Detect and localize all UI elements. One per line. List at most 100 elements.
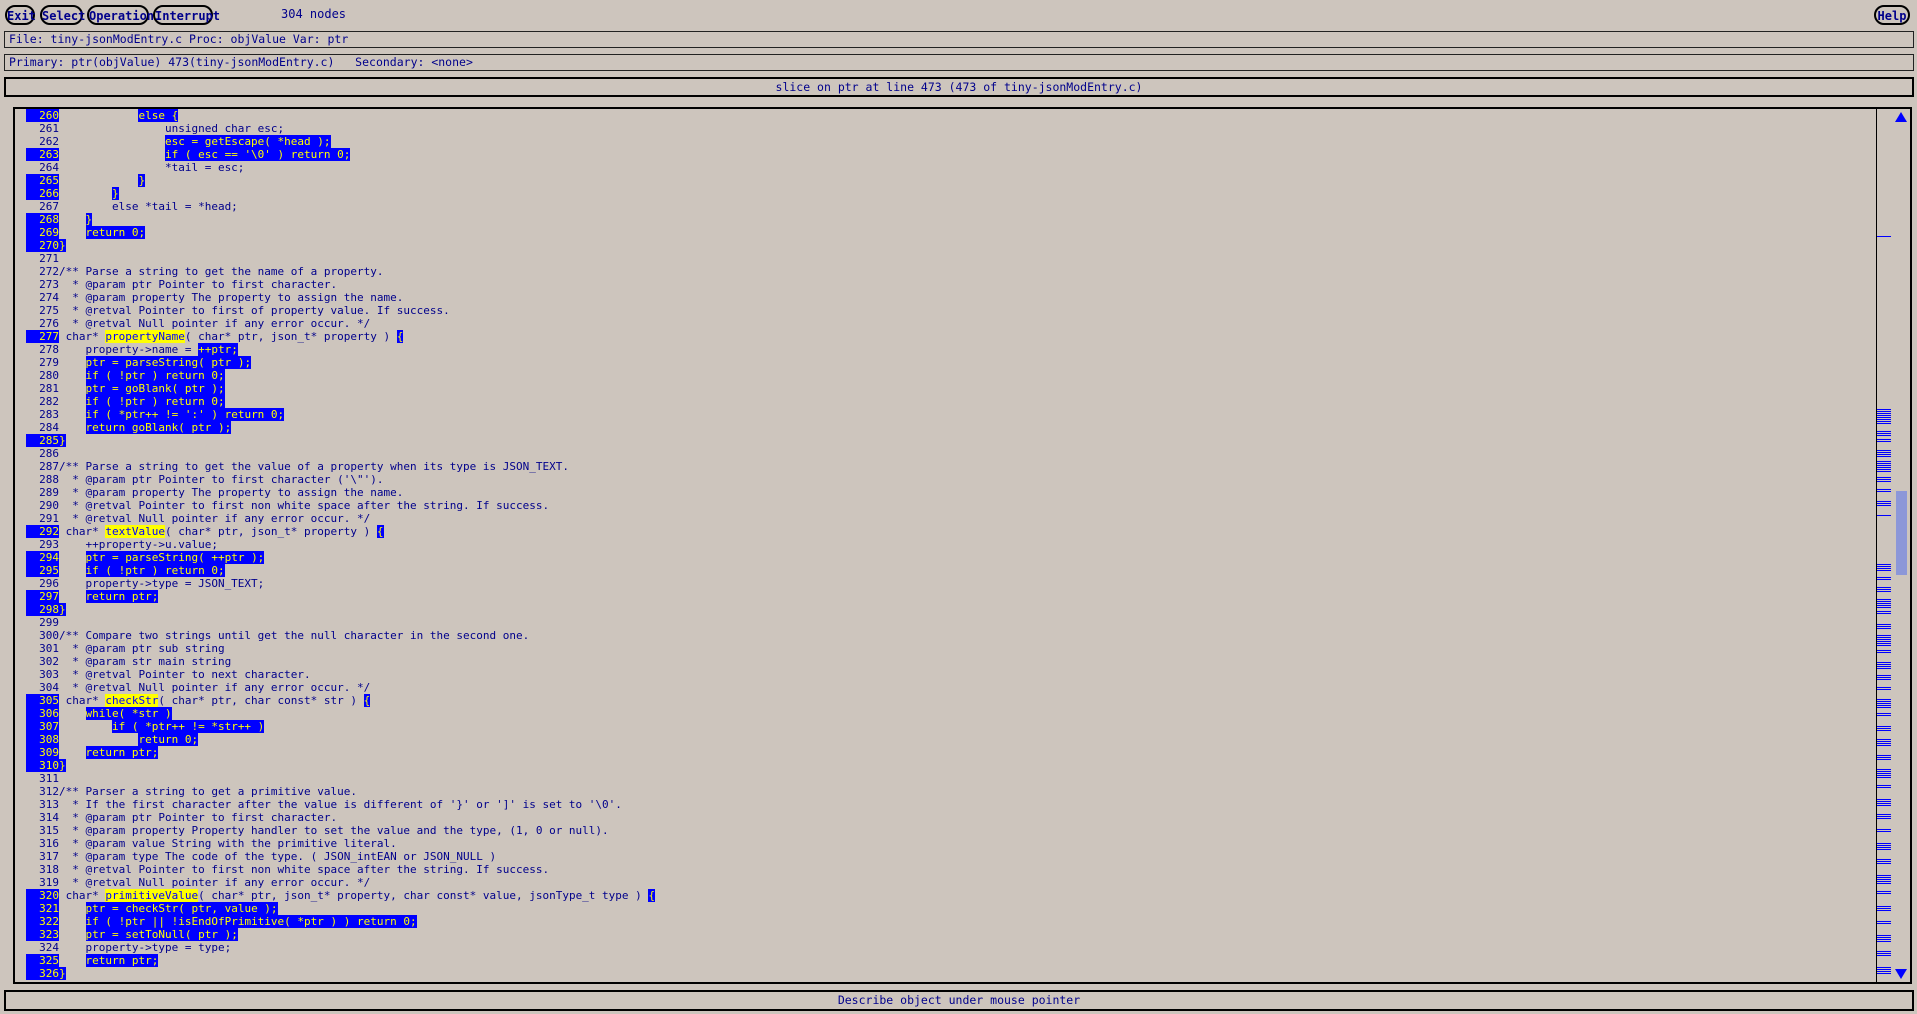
code-line[interactable]: 286: [26, 447, 1883, 460]
primary-info-bar: Primary: ptr(objValue) 473(tiny-jsonModE…: [4, 54, 1914, 71]
scroll-thumb[interactable]: [1896, 491, 1907, 575]
vertical-scrollbar[interactable]: [1893, 109, 1910, 982]
code-line[interactable]: 283 if ( *ptr++ != ':' ) return 0;: [26, 408, 1883, 421]
code-line[interactable]: 287/** Parse a string to get the value o…: [26, 460, 1883, 473]
code-line[interactable]: 307 if ( *ptr++ != *str++ ): [26, 720, 1883, 733]
code-line[interactable]: 294 ptr = parseString( ++ptr );: [26, 551, 1883, 564]
code-line[interactable]: 265 }: [26, 174, 1883, 187]
code-line[interactable]: 293 ++property->u.value;: [26, 538, 1883, 551]
line-number: 261: [39, 122, 59, 135]
code-line[interactable]: 274 * @param property The property to as…: [26, 291, 1883, 304]
code-line[interactable]: 280 if ( !ptr ) return 0;: [26, 369, 1883, 382]
slice-marker: [1877, 664, 1891, 665]
code-line[interactable]: 285}: [26, 434, 1883, 447]
code-line[interactable]: 304 * @retval Null pointer if any error …: [26, 681, 1883, 694]
code-line[interactable]: 305 char* checkStr( char* ptr, char cons…: [26, 694, 1883, 707]
code-line[interactable]: 291 * @retval Null pointer if any error …: [26, 512, 1883, 525]
code-line[interactable]: 282 if ( !ptr ) return 0;: [26, 395, 1883, 408]
code-line[interactable]: 261 unsigned char esc;: [26, 122, 1883, 135]
code-line[interactable]: 271: [26, 252, 1883, 265]
slice-marker: [1877, 643, 1891, 644]
operation-button[interactable]: Operation: [87, 5, 154, 25]
slice-highlight: }: [59, 239, 66, 252]
code-text: char* primitiveValue( char* ptr, json_t*…: [59, 889, 656, 902]
code-line[interactable]: 315 * @param property Property handler t…: [26, 824, 1883, 837]
code-line[interactable]: 324 property->type = type;: [26, 941, 1883, 954]
slice-marker: [1877, 687, 1891, 688]
code-line[interactable]: 312/** Parser a string to get a primitiv…: [26, 785, 1883, 798]
slice-marker: [1877, 861, 1891, 862]
slice-marker: [1877, 879, 1891, 880]
code-line[interactable]: 263 if ( esc == '\0' ) return 0;: [26, 148, 1883, 161]
scroll-down-arrow-icon[interactable]: [1895, 969, 1907, 979]
slice-marker-strip[interactable]: [1876, 109, 1893, 982]
code-line[interactable]: 299: [26, 616, 1883, 629]
code-line[interactable]: 292 char* textValue( char* ptr, json_t* …: [26, 525, 1883, 538]
line-number: 308: [26, 733, 59, 746]
code-line[interactable]: 260 else {: [26, 109, 1883, 122]
code-line[interactable]: 275 * @retval Pointer to first of proper…: [26, 304, 1883, 317]
code-line[interactable]: 264 *tail = esc;: [26, 161, 1883, 174]
exit-button[interactable]: Exit: [5, 5, 36, 25]
code-line[interactable]: 276 * @retval Null pointer if any error …: [26, 317, 1883, 330]
code-line[interactable]: 289 * @param property The property to as…: [26, 486, 1883, 499]
code-text: return goBlank( ptr );: [59, 421, 232, 434]
select-button[interactable]: Select: [40, 5, 85, 25]
code-line[interactable]: 297 return ptr;: [26, 590, 1883, 603]
code-line[interactable]: 284 return goBlank( ptr );: [26, 421, 1883, 434]
code-line[interactable]: 300/** Compare two strings until get the…: [26, 629, 1883, 642]
code-line[interactable]: 272/** Parse a string to get the name of…: [26, 265, 1883, 278]
code-line[interactable]: 298}: [26, 603, 1883, 616]
code-segment: * @param property The property to assign…: [59, 486, 404, 499]
line-number: 320: [26, 889, 59, 902]
code-line[interactable]: 313 * If the first character after the v…: [26, 798, 1883, 811]
code-line[interactable]: 308 return 0;: [26, 733, 1883, 746]
code-line[interactable]: 306 while( *str ): [26, 707, 1883, 720]
code-line[interactable]: 319 * @retval Null pointer if any error …: [26, 876, 1883, 889]
scroll-up-arrow-icon[interactable]: [1895, 112, 1907, 122]
slice-marker: [1877, 910, 1891, 911]
code-line[interactable]: 267 else *tail = *head;: [26, 200, 1883, 213]
code-line[interactable]: 322 if ( !ptr || !isEndOfPrimitive( *ptr…: [26, 915, 1883, 928]
code-line[interactable]: 288 * @param ptr Pointer to first charac…: [26, 473, 1883, 486]
code-line[interactable]: 303 * @retval Pointer to next character.: [26, 668, 1883, 681]
code-line[interactable]: 279 ptr = parseString( ptr );: [26, 356, 1883, 369]
code-line[interactable]: 268 }: [26, 213, 1883, 226]
code-line[interactable]: 269 return 0;: [26, 226, 1883, 239]
code-line[interactable]: 321 ptr = checkStr( ptr, value );: [26, 902, 1883, 915]
slice-marker: [1877, 515, 1891, 516]
code-line[interactable]: 290 * @retval Pointer to first non white…: [26, 499, 1883, 512]
code-line[interactable]: 318 * @retval Pointer to first non white…: [26, 863, 1883, 876]
code-area[interactable]: 260 else {261 unsigned char esc; 262 esc …: [26, 109, 1883, 982]
function-name-highlight: textValue: [105, 525, 165, 538]
code-line[interactable]: 314 * @param ptr Pointer to first charac…: [26, 811, 1883, 824]
code-line[interactable]: 277 char* propertyName( char* ptr, json_…: [26, 330, 1883, 343]
interrupt-button[interactable]: Interrupt: [153, 5, 220, 25]
code-line[interactable]: 323 ptr = setToNull( ptr );: [26, 928, 1883, 941]
slice-highlight: if ( esc == '\0' ) return 0;: [164, 148, 351, 161]
code-line[interactable]: 317 * @param type The code of the type. …: [26, 850, 1883, 863]
code-line[interactable]: 273 * @param ptr Pointer to first charac…: [26, 278, 1883, 291]
code-line[interactable]: 266 }: [26, 187, 1883, 200]
code-line[interactable]: 325 return ptr;: [26, 954, 1883, 967]
help-button[interactable]: Help: [1874, 5, 1910, 25]
code-line[interactable]: 311: [26, 772, 1883, 785]
code-line[interactable]: 320 char* primitiveValue( char* ptr, jso…: [26, 889, 1883, 902]
code-line[interactable]: 270}: [26, 239, 1883, 252]
code-line[interactable]: 326}: [26, 967, 1883, 980]
code-line[interactable]: 295 if ( !ptr ) return 0;: [26, 564, 1883, 577]
code-line[interactable]: 278 property->name = ++ptr;: [26, 343, 1883, 356]
slice-marker: [1877, 605, 1891, 606]
code-line[interactable]: 301 * @param ptr sub string: [26, 642, 1883, 655]
line-number: 309: [26, 746, 59, 759]
slice-highlight: }: [138, 174, 146, 187]
code-line[interactable]: 309 return ptr;: [26, 746, 1883, 759]
code-line[interactable]: 281 ptr = goBlank( ptr );: [26, 382, 1883, 395]
code-line[interactable]: 302 * @param str main string: [26, 655, 1883, 668]
code-line[interactable]: 316 * @param value String with the primi…: [26, 837, 1883, 850]
code-line[interactable]: 310}: [26, 759, 1883, 772]
code-line[interactable]: 296 property->type = JSON_TEXT;: [26, 577, 1883, 590]
code-line[interactable]: 262 esc = getEscape( *head );: [26, 135, 1883, 148]
